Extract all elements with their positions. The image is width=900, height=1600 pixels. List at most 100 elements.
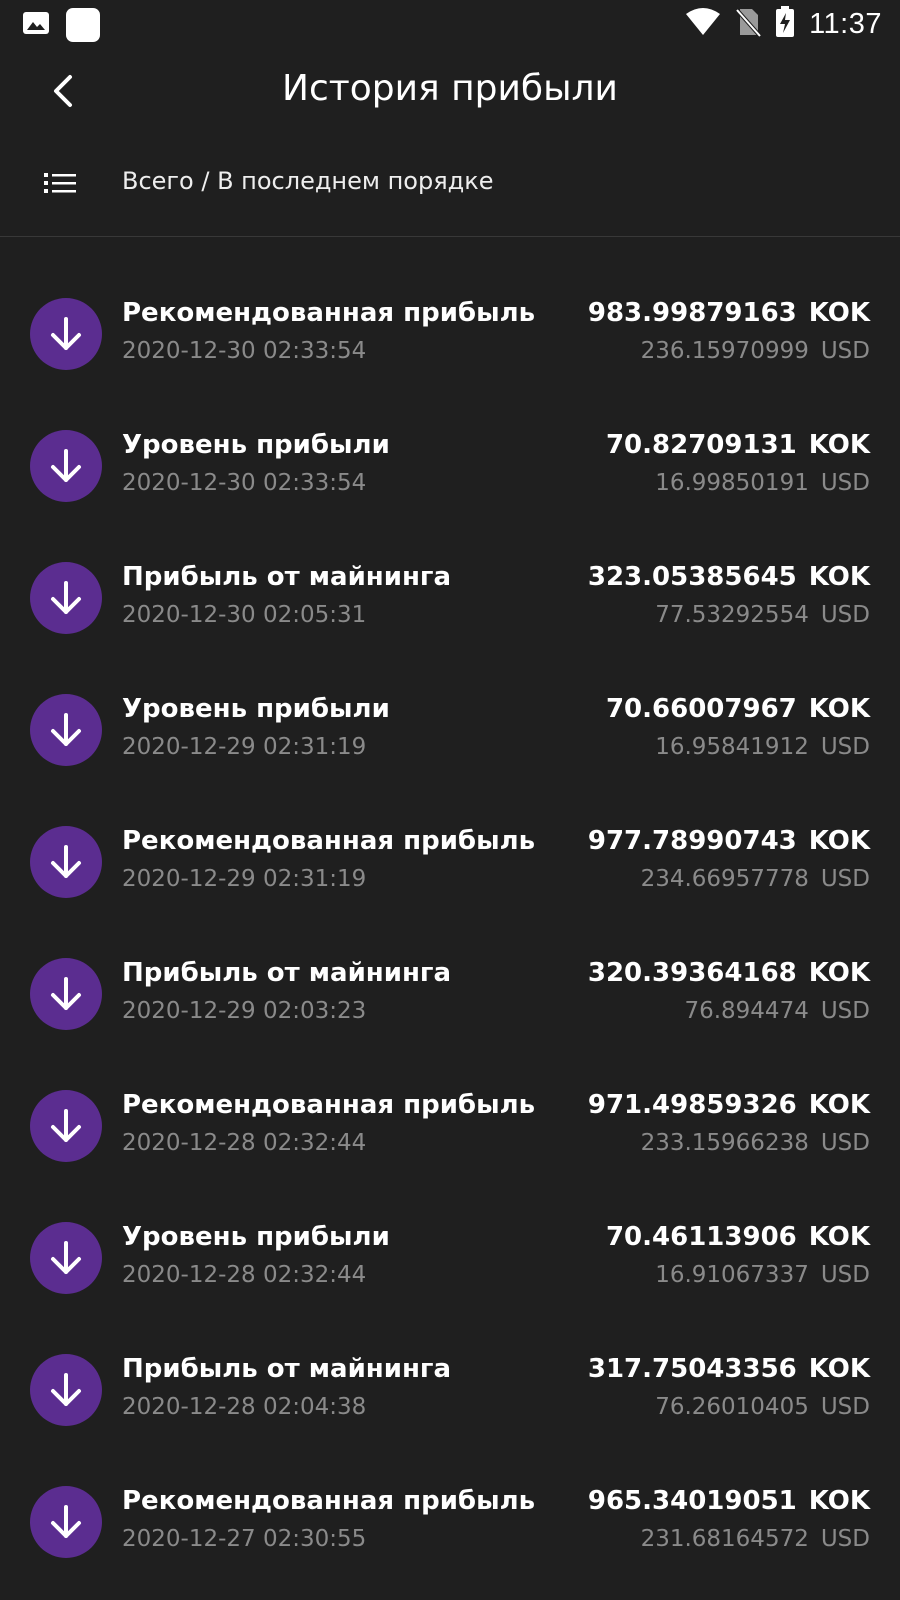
- list-item[interactable]: Уровень прибыли 2020-12-30 02:33:54 70.827…: [0, 400, 900, 532]
- app-icon: [66, 8, 100, 42]
- list-item[interactable]: Прибыль от майнинга 2020-12-28 02:04:38 31…: [0, 1324, 900, 1456]
- transaction-date: 2020-12-30 02:33:54: [122, 338, 367, 364]
- arrow-down-icon: [30, 1354, 102, 1426]
- transaction-usd: 234.66957778 USD: [641, 866, 870, 892]
- usd-label: USD: [820, 1526, 870, 1552]
- amount-value: 983.99879163: [587, 298, 797, 328]
- amount-currency: KOK: [808, 430, 870, 460]
- transaction-amount: 70.46113906 KOK: [606, 1222, 870, 1252]
- transaction-amount: 323.05385645 KOK: [588, 562, 870, 592]
- filter-label: Всего / В последнем порядке: [122, 167, 494, 195]
- amount-currency: KOK: [808, 694, 870, 724]
- transaction-amount: 70.82709131 KOK: [606, 430, 870, 460]
- transaction-usd: 16.95841912 USD: [655, 734, 870, 760]
- transaction-amount: 70.66007967 KOK: [606, 694, 870, 724]
- usd-value: 234.66957778: [640, 866, 809, 892]
- transaction-amount: 965.34019051 KOK: [588, 1486, 870, 1516]
- transaction-list: Рекомендованная прибыль 2020-12-30 02:33:…: [0, 268, 900, 1588]
- transaction-date: 2020-12-29 02:31:19: [122, 866, 367, 892]
- usd-value: 76.26010405: [655, 1394, 809, 1420]
- transaction-title: Прибыль от майнинга: [122, 1354, 452, 1384]
- amount-value: 965.34019051: [587, 1486, 797, 1516]
- list-item[interactable]: Рекомендованная прибыль 2020-12-27 02:30:…: [0, 1456, 900, 1588]
- transaction-title: Прибыль от майнинга: [122, 562, 452, 592]
- transaction-amount: 977.78990743 KOK: [588, 826, 870, 856]
- usd-label: USD: [820, 866, 870, 892]
- wifi-icon: [685, 7, 721, 41]
- usd-value: 77.53292554: [655, 602, 809, 628]
- transaction-usd: 76.894474 USD: [684, 998, 870, 1024]
- arrow-down-icon: [30, 298, 102, 370]
- arrow-down-icon: [30, 958, 102, 1030]
- transaction-title: Уровень прибыли: [122, 694, 390, 724]
- gallery-icon: [22, 9, 50, 41]
- clock: 11:37: [809, 7, 882, 40]
- amount-value: 70.82709131: [605, 430, 797, 460]
- transaction-title: Уровень прибыли: [122, 1222, 390, 1252]
- transaction-date: 2020-12-29 02:03:23: [122, 998, 367, 1024]
- amount-value: 323.05385645: [587, 562, 797, 592]
- amount-currency: KOK: [808, 1222, 870, 1252]
- list-item[interactable]: Уровень прибыли 2020-12-28 02:32:44 70.461…: [0, 1192, 900, 1324]
- usd-label: USD: [820, 1130, 870, 1156]
- usd-label: USD: [820, 470, 870, 496]
- list-item[interactable]: Рекомендованная прибыль 2020-12-29 02:31:…: [0, 796, 900, 928]
- list-item[interactable]: Прибыль от майнинга 2020-12-29 02:03:23 32…: [0, 928, 900, 1060]
- transaction-amount: 983.99879163 KOK: [588, 298, 870, 328]
- transaction-amount: 320.39364168 KOK: [588, 958, 870, 988]
- usd-label: USD: [820, 1394, 870, 1420]
- amount-value: 70.46113906: [605, 1222, 797, 1252]
- transaction-amount: 317.75043356 KOK: [588, 1354, 870, 1384]
- transaction-usd: 236.15970999 USD: [641, 338, 870, 364]
- battery-charging-icon: [775, 6, 795, 42]
- amount-value: 320.39364168: [587, 958, 797, 988]
- usd-label: USD: [820, 734, 870, 760]
- transaction-date: 2020-12-30 02:05:31: [122, 602, 367, 628]
- transaction-title: Рекомендованная прибыль: [122, 298, 536, 328]
- amount-value: 971.49859326: [587, 1090, 797, 1120]
- transaction-title: Уровень прибыли: [122, 430, 390, 460]
- transaction-usd: 233.15966238 USD: [641, 1130, 870, 1156]
- amount-currency: KOK: [808, 1090, 870, 1120]
- transaction-date: 2020-12-27 02:30:55: [122, 1526, 367, 1552]
- usd-value: 76.894474: [684, 998, 809, 1024]
- list-item[interactable]: Рекомендованная прибыль 2020-12-28 02:32:…: [0, 1060, 900, 1192]
- amount-currency: KOK: [808, 958, 870, 988]
- arrow-down-icon: [30, 1222, 102, 1294]
- list-item[interactable]: Рекомендованная прибыль 2020-12-30 02:33:…: [0, 268, 900, 400]
- arrow-down-icon: [30, 1486, 102, 1558]
- amount-value: 70.66007967: [605, 694, 797, 724]
- amount-currency: KOK: [808, 1354, 870, 1384]
- usd-value: 16.95841912: [655, 734, 809, 760]
- list-icon: [44, 171, 76, 203]
- list-item[interactable]: Уровень прибыли 2020-12-29 02:31:19 70.660…: [0, 664, 900, 796]
- arrow-down-icon: [30, 826, 102, 898]
- app-header: История прибыли: [0, 50, 900, 136]
- usd-label: USD: [820, 602, 870, 628]
- transaction-usd: 16.91067337 USD: [655, 1262, 870, 1288]
- amount-currency: KOK: [808, 298, 870, 328]
- amount-value: 317.75043356: [587, 1354, 797, 1384]
- transaction-title: Прибыль от майнинга: [122, 958, 452, 988]
- arrow-down-icon: [30, 1090, 102, 1162]
- transaction-title: Рекомендованная прибыль: [122, 826, 536, 856]
- usd-label: USD: [820, 1262, 870, 1288]
- arrow-down-icon: [30, 562, 102, 634]
- transaction-date: 2020-12-28 02:04:38: [122, 1394, 367, 1420]
- transaction-title: Рекомендованная прибыль: [122, 1090, 536, 1120]
- filter-selector[interactable]: Всего / В последнем порядке: [0, 145, 900, 227]
- transaction-date: 2020-12-29 02:31:19: [122, 734, 367, 760]
- usd-value: 16.91067337: [655, 1262, 809, 1288]
- transaction-usd: 76.26010405 USD: [655, 1394, 870, 1420]
- transaction-date: 2020-12-30 02:33:54: [122, 470, 367, 496]
- transaction-usd: 16.99850191 USD: [655, 470, 870, 496]
- list-item[interactable]: Прибыль от майнинга 2020-12-30 02:05:31 32…: [0, 532, 900, 664]
- arrow-down-icon: [30, 694, 102, 766]
- usd-value: 16.99850191: [655, 470, 809, 496]
- transaction-usd: 77.53292554 USD: [655, 602, 870, 628]
- transaction-usd: 231.68164572 USD: [641, 1526, 870, 1552]
- usd-value: 236.15970999: [640, 338, 809, 364]
- amount-currency: KOK: [808, 1486, 870, 1516]
- usd-value: 231.68164572: [640, 1526, 809, 1552]
- usd-value: 233.15966238: [640, 1130, 809, 1156]
